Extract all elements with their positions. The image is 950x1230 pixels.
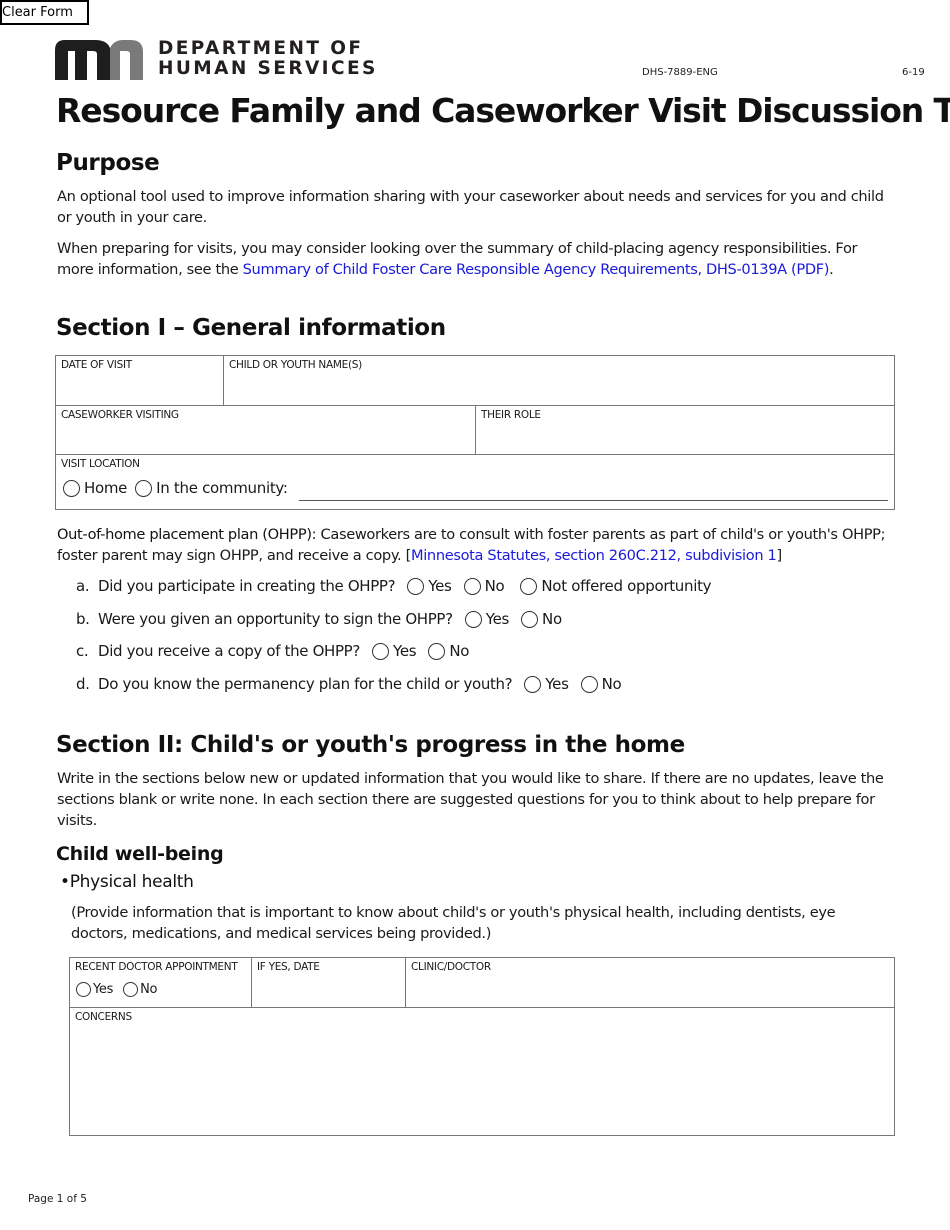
question-a: a. Did you participate in creating the O…: [76, 577, 723, 595]
recent-appointment-field: RECENT DOCTOR APPOINTMENT Yes No: [70, 958, 252, 1008]
question-d-yes-radio[interactable]: [524, 675, 542, 693]
appointment-no-label: No: [140, 982, 158, 997]
mn-logo-icon: [55, 40, 143, 80]
appointment-yes-option[interactable]: Yes: [76, 982, 113, 997]
question-c-yes-option[interactable]: Yes: [371, 642, 417, 660]
appointment-yes-radio[interactable]: [76, 982, 91, 997]
recent-appointment-label: RECENT DOCTOR APPOINTMENT: [75, 961, 238, 973]
logo-line-2: HUMAN SERVICES: [158, 58, 378, 79]
visit-location-field: VISIT LOCATION Home In the community:: [56, 455, 894, 509]
bullet-icon: •: [60, 872, 70, 892]
question-a-yes-option[interactable]: Yes: [407, 577, 452, 595]
question-c-yes-label: Yes: [392, 642, 417, 660]
location-home-option[interactable]: Home: [63, 479, 127, 497]
form-id: DHS-7889-ENG: [642, 67, 718, 78]
ohpp-paragraph: Out-of-home placement plan (OHPP): Casew…: [57, 524, 907, 566]
question-a-letter: a.: [76, 577, 90, 595]
question-a-text: Did you participate in creating the OHPP…: [98, 577, 396, 595]
question-a-not-offered-label: Not offered opportunity: [541, 577, 712, 595]
concerns-label: CONCERNS: [75, 1011, 132, 1023]
question-c-no-label: No: [449, 642, 470, 660]
date-of-visit-field[interactable]: DATE OF VISIT: [56, 356, 224, 406]
appointment-no-option[interactable]: No: [123, 982, 157, 997]
their-role-label: THEIR ROLE: [481, 409, 541, 421]
section-2-intro: Write in the sections below new or updat…: [57, 770, 884, 829]
page-number: Page 1 of 5: [28, 1193, 87, 1205]
caseworker-visiting-field[interactable]: CASEWORKER VISITING: [56, 406, 476, 455]
dhs-logo: DEPARTMENT OF HUMAN SERVICES: [55, 38, 385, 82]
question-c-yes-radio[interactable]: [371, 642, 389, 660]
purpose-resources-suffix: .: [829, 261, 834, 278]
date-of-visit-label: DATE OF VISIT: [61, 359, 132, 371]
child-names-label: CHILD OR YOUTH NAME(S): [229, 359, 362, 371]
agency-requirements-link[interactable]: Summary of Child Foster Care Responsible…: [243, 261, 830, 278]
physical-health-table: RECENT DOCTOR APPOINTMENT Yes No IF YES,…: [69, 957, 895, 1136]
question-b-text: Were you given an opportunity to sign th…: [98, 610, 453, 628]
their-role-field[interactable]: THEIR ROLE: [476, 406, 894, 455]
question-a-no-radio[interactable]: [463, 577, 481, 595]
if-yes-date-field[interactable]: IF YES, DATE: [252, 958, 406, 1008]
page-title: Resource Family and Caseworker Visit Dis…: [56, 91, 950, 130]
child-names-field[interactable]: CHILD OR YOUTH NAME(S): [224, 356, 894, 406]
question-b-yes-label: Yes: [485, 610, 510, 628]
location-community-option[interactable]: In the community:: [135, 479, 288, 497]
appointment-no-radio[interactable]: [123, 982, 139, 997]
location-community-radio[interactable]: [135, 479, 153, 497]
clear-form-button[interactable]: Clear Form: [0, 0, 89, 25]
location-home-radio[interactable]: [63, 479, 80, 497]
logo-line-1: DEPARTMENT OF: [158, 38, 364, 59]
question-a-yes-radio[interactable]: [407, 577, 425, 595]
question-b-no-label: No: [542, 610, 562, 628]
question-d-yes-label: Yes: [545, 675, 569, 693]
question-d-no-option[interactable]: No: [580, 675, 622, 693]
question-a-no-label: No: [484, 577, 505, 595]
caseworker-visiting-label: CASEWORKER VISITING: [61, 409, 179, 421]
concerns-field[interactable]: CONCERNS: [70, 1008, 894, 1135]
purpose-paragraph: An optional tool used to improve informa…: [57, 188, 884, 226]
purpose-resources-paragraph: When preparing for visits, you may consi…: [57, 238, 897, 280]
physical-health-label: Physical health: [69, 872, 194, 892]
question-d-letter: d.: [76, 675, 90, 693]
community-location-input[interactable]: [299, 500, 888, 501]
child-well-being-heading: Child well-being: [56, 843, 224, 865]
purpose-heading: Purpose: [56, 150, 160, 176]
question-d-yes-option[interactable]: Yes: [524, 675, 569, 693]
clinic-doctor-field[interactable]: CLINIC/DOCTOR: [406, 958, 894, 1008]
question-a-not-offered-option[interactable]: Not offered opportunity: [520, 577, 712, 595]
location-community-label: In the community:: [156, 479, 288, 497]
visit-location-label: VISIT LOCATION: [61, 458, 140, 470]
question-b-yes-radio[interactable]: [464, 610, 482, 628]
question-c-letter: c.: [76, 642, 89, 660]
question-d-text: Do you know the permanency plan for the …: [98, 675, 513, 693]
question-c-text: Did you receive a copy of the OHPP?: [98, 642, 360, 660]
section-1-heading: Section I – General information: [56, 315, 446, 341]
question-b: b. Were you given an opportunity to sign…: [76, 610, 574, 628]
physical-health-bullet: •Physical health: [60, 872, 194, 892]
question-c-no-radio[interactable]: [428, 642, 446, 660]
question-d-no-radio[interactable]: [580, 675, 598, 693]
minnesota-statutes-link[interactable]: Minnesota Statutes, section 260C.212, su…: [411, 547, 777, 564]
question-b-no-option[interactable]: No: [521, 610, 562, 628]
ohpp-lead: Out-of-home placement plan (OHPP):: [57, 526, 317, 543]
question-d: d. Do you know the permanency plan for t…: [76, 675, 633, 693]
question-c: c. Did you receive a copy of the OHPP? Y…: [76, 642, 481, 660]
form-revision-date: 6-19: [902, 67, 925, 78]
question-a-not-offered-radio[interactable]: [520, 577, 538, 595]
appointment-yes-label: Yes: [93, 982, 114, 997]
question-d-no-label: No: [601, 675, 622, 693]
clinic-doctor-label: CLINIC/DOCTOR: [411, 961, 491, 973]
question-a-no-option[interactable]: No: [463, 577, 505, 595]
general-info-table: DATE OF VISIT CHILD OR YOUTH NAME(S) CAS…: [55, 355, 895, 510]
question-c-no-option[interactable]: No: [428, 642, 469, 660]
section-2-heading: Section II: Child's or youth's progress …: [56, 732, 685, 758]
location-home-label: Home: [84, 479, 128, 497]
question-a-yes-label: Yes: [428, 577, 452, 595]
question-b-no-radio[interactable]: [521, 610, 539, 628]
physical-health-note: (Provide information that is important t…: [71, 904, 836, 942]
ohpp-close: ]: [776, 547, 782, 564]
if-yes-date-label: IF YES, DATE: [257, 961, 320, 973]
question-b-yes-option[interactable]: Yes: [464, 610, 510, 628]
question-b-letter: b.: [76, 610, 90, 628]
